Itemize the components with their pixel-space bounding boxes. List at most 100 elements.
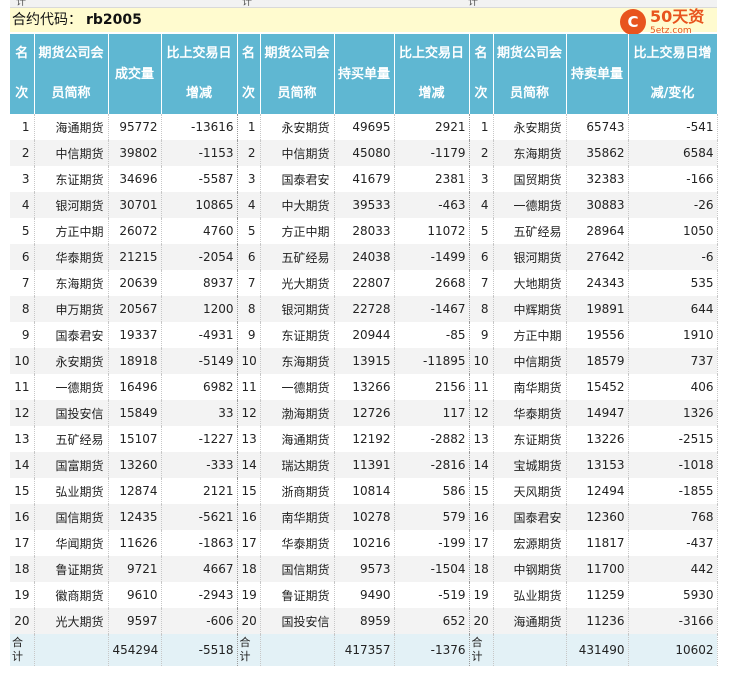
volume-change-cell: -1153 <box>161 140 238 166</box>
volume-change-cell: 4760 <box>161 218 238 244</box>
short-qty-cell: 19556 <box>566 322 629 348</box>
volume-change-cell: 33 <box>161 400 238 426</box>
member-name-cell: 宝城期货 <box>493 452 567 478</box>
rank-cell: 7 <box>237 270 261 296</box>
member-name-cell: 华闻期货 <box>34 530 109 556</box>
table-row: 15 弘业期货 12874 2121 15 浙商期货 10814 586 15 天风期货 12494… <box>10 478 718 504</box>
volume-change-cell: 1200 <box>161 296 238 322</box>
table-row: 19 徽商期货 9610 -2943 19 鲁证期货 9490 -519 19 弘业期货 11259… <box>10 582 718 608</box>
member-name-cell: 国泰君安 <box>34 322 109 348</box>
member-name-cell: 大地期货 <box>493 270 567 296</box>
volume-cell: 13260 <box>108 452 162 478</box>
long-change-cell: 11072 <box>394 218 470 244</box>
rank-cell: 19 <box>237 582 261 608</box>
short-change-cell: -1018 <box>628 452 718 478</box>
long-change-cell: 586 <box>394 478 470 504</box>
volume-change-cell: 4667 <box>161 556 238 582</box>
member-name-cell: 东证期货 <box>260 322 335 348</box>
member-name-cell: 国投安信 <box>260 608 335 634</box>
table-row: 1 海通期货 95772 -13616 1 永安期货 49695 2921 1 永安期货 65743… <box>10 114 718 140</box>
volume-cell: 21215 <box>108 244 162 270</box>
volume-cell: 19337 <box>108 322 162 348</box>
rank-cell: 1 <box>469 114 494 140</box>
header-long-change: 比上交易日 增减 <box>394 34 470 114</box>
volume-change-cell: -1863 <box>161 530 238 556</box>
rank-cell: 2 <box>10 140 35 166</box>
member-name-cell: 一德期货 <box>34 374 109 400</box>
contract-code-label: 合约代码： <box>12 12 82 28</box>
member-name-cell: 中辉期货 <box>493 296 567 322</box>
empty-cell <box>493 634 567 666</box>
rank-cell: 19 <box>469 582 494 608</box>
short-change-cell: 442 <box>628 556 718 582</box>
table-row: 5 方正中期 26072 4760 5 方正中期 28033 11072 5 五矿经易 28964 1… <box>10 218 718 244</box>
member-name-cell: 弘业期货 <box>34 478 109 504</box>
rank-cell: 17 <box>10 530 35 556</box>
table-row: 3 东证期货 34696 -5587 3 国泰君安 41679 2381 3 国贸期货 32383-… <box>10 166 718 192</box>
table-row: 9 国泰君安 19337 -4931 9 东证期货 20944 -85 9 方正中期 19556 19… <box>10 322 718 348</box>
short-change-cell: -437 <box>628 530 718 556</box>
long-change-cell: 2921 <box>394 114 470 140</box>
logo-badge-icon: C <box>620 9 646 35</box>
totals-label: 合计 <box>237 634 261 666</box>
volume-cell: 34696 <box>108 166 162 192</box>
top-strip-text-1: 计 <box>16 0 26 8</box>
totals-label: 合计 <box>469 634 494 666</box>
short-change-cell: -3166 <box>628 608 718 634</box>
rank-cell: 9 <box>10 322 35 348</box>
short-change-cell: 1050 <box>628 218 718 244</box>
header-volume: 成交量 <box>108 34 162 114</box>
short-change-cell: 406 <box>628 374 718 400</box>
top-strip: 计 计 计 <box>10 0 717 8</box>
top-strip-text-2: 计 <box>242 0 252 8</box>
member-name-cell: 海通期货 <box>260 426 335 452</box>
volume-cell: 9721 <box>108 556 162 582</box>
rank-cell: 18 <box>469 556 494 582</box>
rank-cell: 4 <box>469 192 494 218</box>
volume-cell: 39802 <box>108 140 162 166</box>
table-row: 16 国信期货 12435 -5621 16 南华期货 10278 579 16 国泰君安 1236… <box>10 504 718 530</box>
rank-cell: 16 <box>469 504 494 530</box>
long-change-cell: 117 <box>394 400 470 426</box>
short-qty-cell: 30883 <box>566 192 629 218</box>
rank-cell: 6 <box>237 244 261 270</box>
rank-cell: 12 <box>10 400 35 426</box>
table-row: 18 鲁证期货 9721 4667 18 国信期货 9573 -1504 18 中钢期货 11700… <box>10 556 718 582</box>
volume-change-cell: 2121 <box>161 478 238 504</box>
long-change-cell: 2381 <box>394 166 470 192</box>
member-name-cell: 华泰期货 <box>260 530 335 556</box>
member-name-cell: 中信期货 <box>260 140 335 166</box>
long-qty-cell: 13266 <box>334 374 395 400</box>
header-long-qty: 持买单量 <box>334 34 395 114</box>
rank-cell: 7 <box>469 270 494 296</box>
member-name-cell: 五矿经易 <box>260 244 335 270</box>
member-name-cell: 方正中期 <box>493 322 567 348</box>
volume-change-cell: -333 <box>161 452 238 478</box>
long-qty-cell: 22728 <box>334 296 395 322</box>
table-row: 12 国投安信 15849 33 12 渤海期货 12726 117 12 华泰期货 14947 13… <box>10 400 718 426</box>
rank-cell: 11 <box>10 374 35 400</box>
long-qty-cell: 10278 <box>334 504 395 530</box>
long-qty-cell: 24038 <box>334 244 395 270</box>
rank-cell: 2 <box>469 140 494 166</box>
rank-cell: 20 <box>10 608 35 634</box>
long-qty-cell: 39533 <box>334 192 395 218</box>
rank-cell: 7 <box>10 270 35 296</box>
short-qty-cell: 15452 <box>566 374 629 400</box>
rank-cell: 16 <box>237 504 261 530</box>
short-qty-cell: 11700 <box>566 556 629 582</box>
member-name-cell: 国富期货 <box>34 452 109 478</box>
long-qty-cell: 28033 <box>334 218 395 244</box>
rank-cell: 13 <box>10 426 35 452</box>
header-row: 名次 期货公司会 员简称 成交量 比上交易日 增减 名次 期货公司会 员简称 持买单量… <box>10 34 718 114</box>
rank-cell: 6 <box>469 244 494 270</box>
header-rank-3: 名次 <box>469 34 494 114</box>
long-qty-cell: 9490 <box>334 582 395 608</box>
short-qty-cell: 32383 <box>566 166 629 192</box>
member-name-cell: 中大期货 <box>260 192 335 218</box>
member-name-cell: 东证期货 <box>34 166 109 192</box>
long-qty-cell: 10814 <box>334 478 395 504</box>
long-qty-cell: 45080 <box>334 140 395 166</box>
member-name-cell: 银河期货 <box>260 296 335 322</box>
member-name-cell: 永安期货 <box>260 114 335 140</box>
